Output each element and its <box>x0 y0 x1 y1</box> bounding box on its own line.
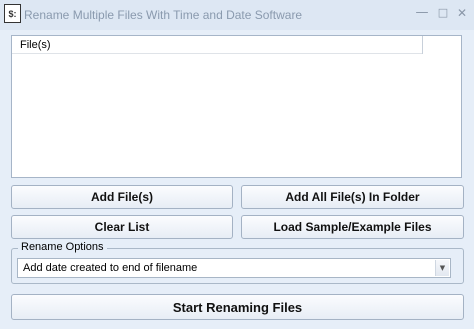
window-title: Rename Multiple Files With Time and Date… <box>24 8 303 22</box>
add-files-button[interactable]: Add File(s) <box>11 185 233 209</box>
column-header-files[interactable]: File(s) <box>12 36 422 54</box>
close-button[interactable]: ✕ <box>455 6 469 20</box>
title-bar[interactable]: $: Rename Multiple Files With Time and D… <box>0 0 474 30</box>
column-divider[interactable] <box>422 36 423 54</box>
file-list[interactable]: File(s) <box>11 35 462 178</box>
rename-options-label: Rename Options <box>18 241 107 253</box>
start-renaming-button[interactable]: Start Renaming Files <box>11 294 464 320</box>
load-sample-files-button[interactable]: Load Sample/Example Files <box>241 215 464 239</box>
add-all-files-in-folder-button[interactable]: Add All File(s) In Folder <box>241 185 464 209</box>
maximize-button[interactable]: □ <box>436 6 450 20</box>
rename-option-select[interactable]: Add date created to end of filename ▼ <box>17 258 451 278</box>
column-header-label: File(s) <box>20 39 51 51</box>
clear-list-button[interactable]: Clear List <box>11 215 233 239</box>
minimize-button[interactable]: — <box>415 6 429 20</box>
chevron-down-icon[interactable]: ▼ <box>435 260 449 276</box>
app-file-icon: $: <box>4 4 21 23</box>
main-panel: File(s) Add File(s) Add All File(s) In F… <box>4 30 470 325</box>
rename-option-value: Add date created to end of filename <box>23 262 198 274</box>
